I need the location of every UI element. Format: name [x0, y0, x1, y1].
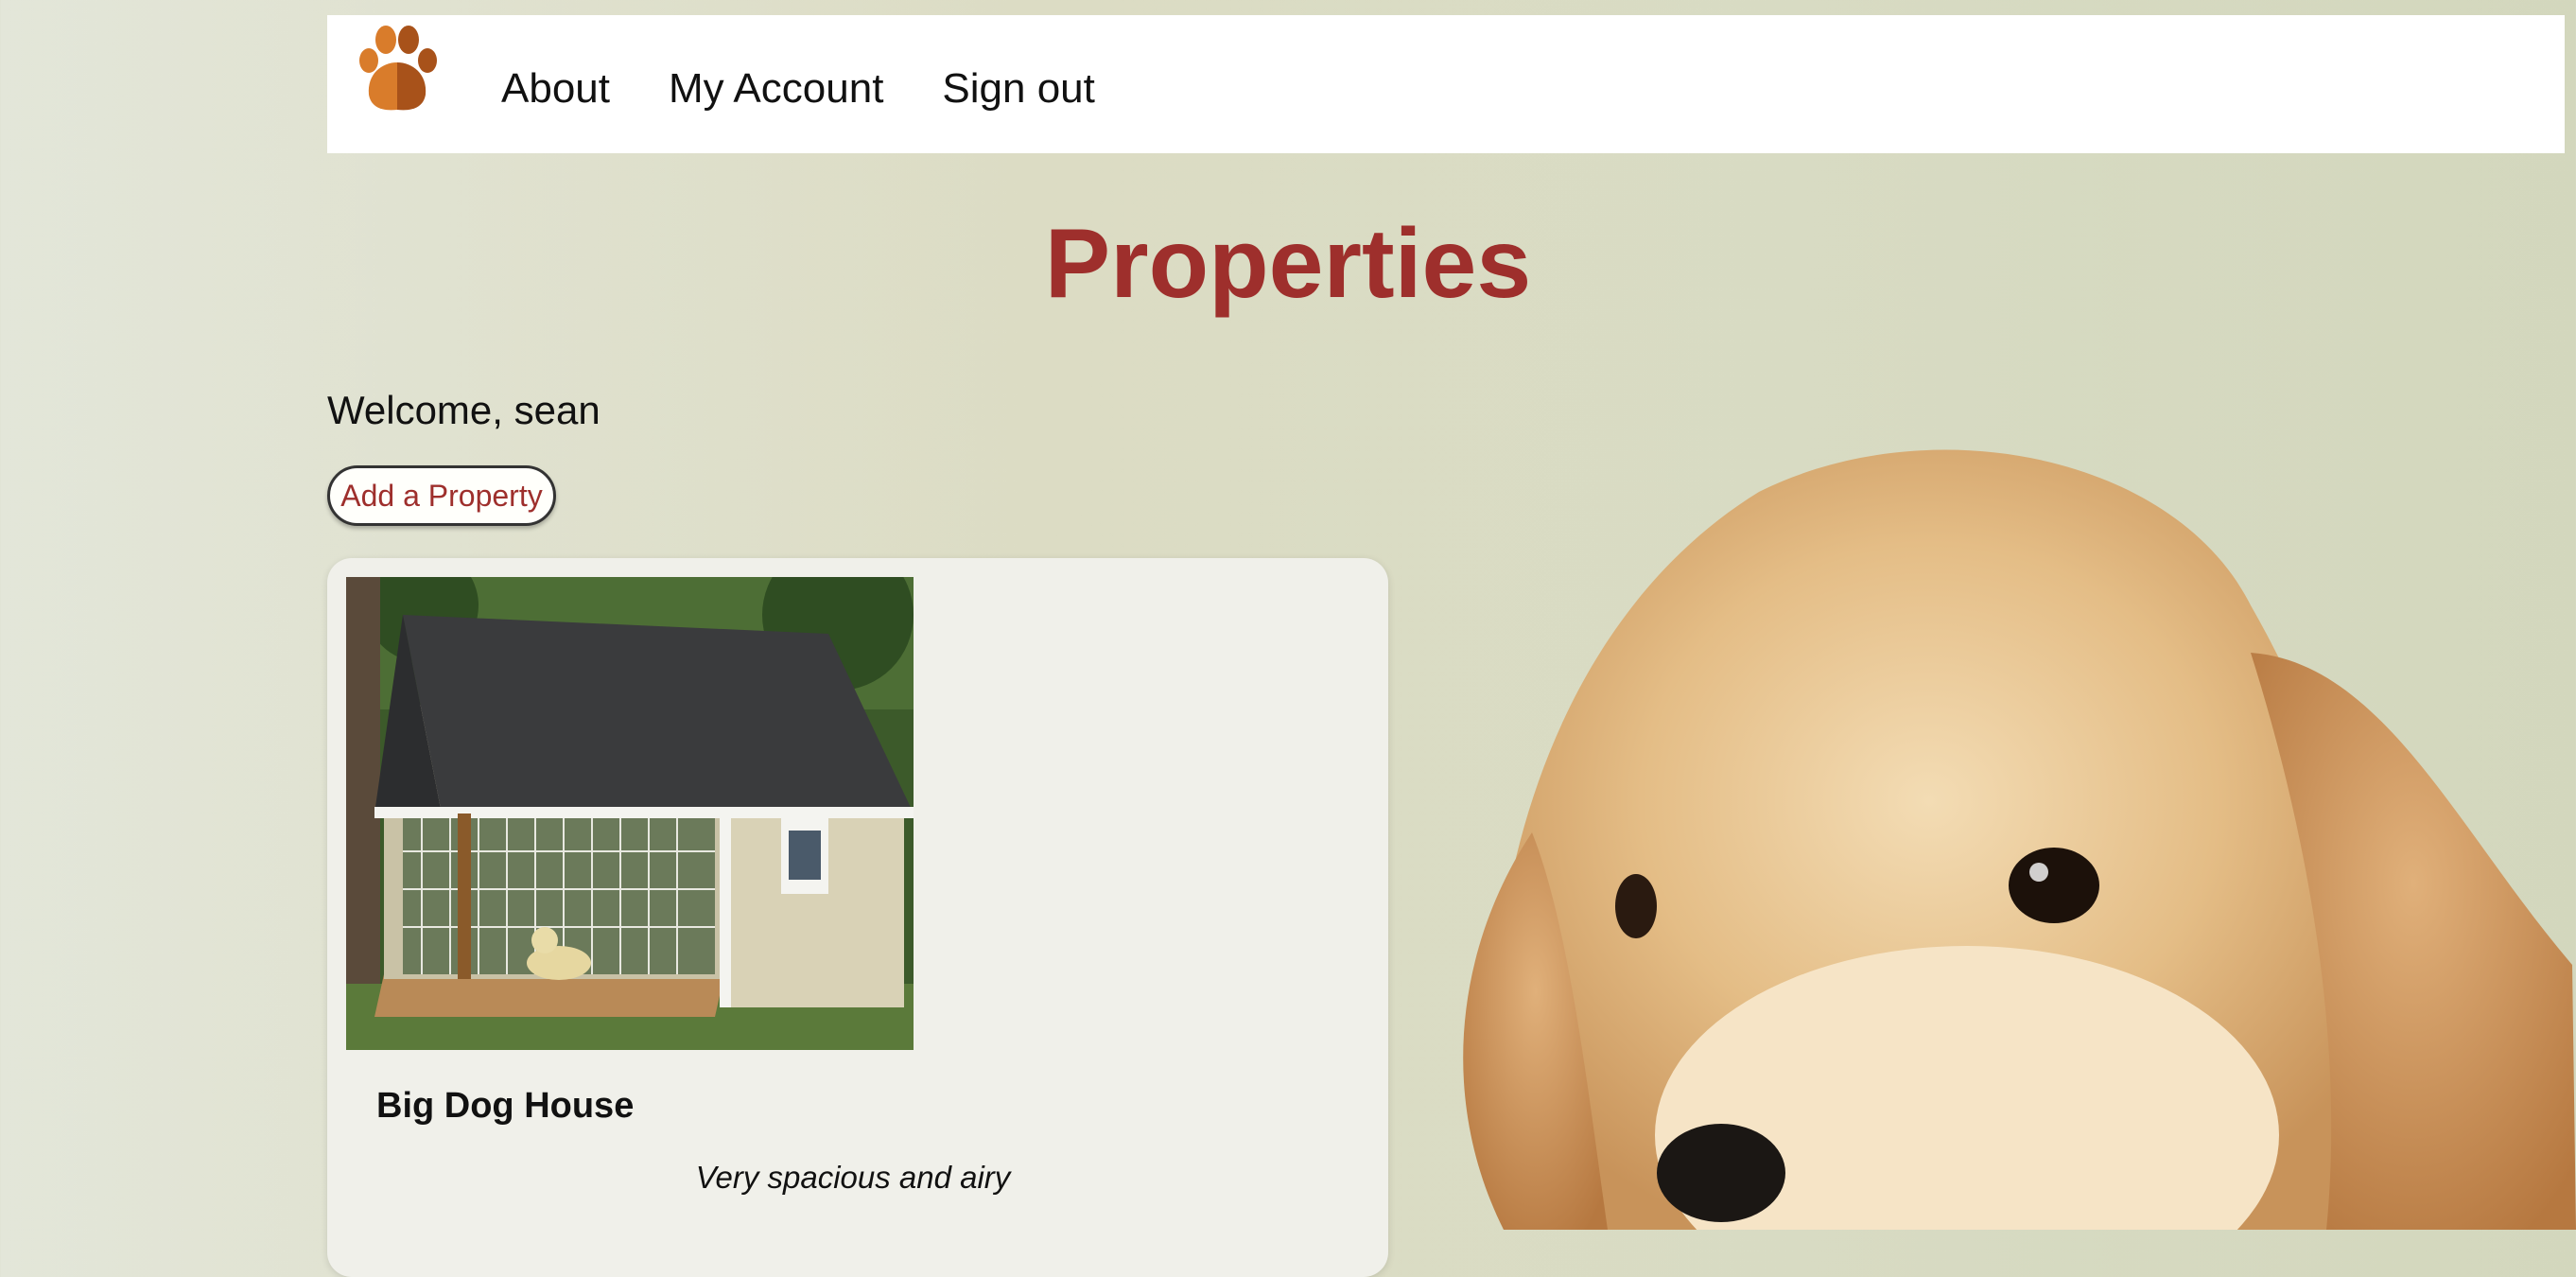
nav-sign-out-link[interactable]: Sign out — [942, 68, 1094, 110]
property-description: Very spacious and airy — [695, 1160, 1011, 1195]
nav-my-account-link[interactable]: My Account — [669, 68, 883, 110]
property-name[interactable]: Big Dog House — [376, 1086, 634, 1127]
property-card[interactable]: Big Dog House Very spacious and airy — [327, 558, 1388, 1277]
top-navbar: About My Account Sign out — [327, 15, 2565, 153]
welcome-message: Welcome, sean — [327, 388, 600, 432]
dog-house-photo[interactable] — [346, 577, 914, 1050]
nav-links: About My Account Sign out — [501, 68, 1095, 110]
add-property-button[interactable]: Add a Property — [327, 465, 556, 526]
nav-about-link[interactable]: About — [501, 68, 610, 110]
puppy-background-image — [1463, 449, 2576, 1230]
page-title: Properties — [1044, 209, 1532, 319]
paw-icon[interactable] — [350, 19, 444, 114]
